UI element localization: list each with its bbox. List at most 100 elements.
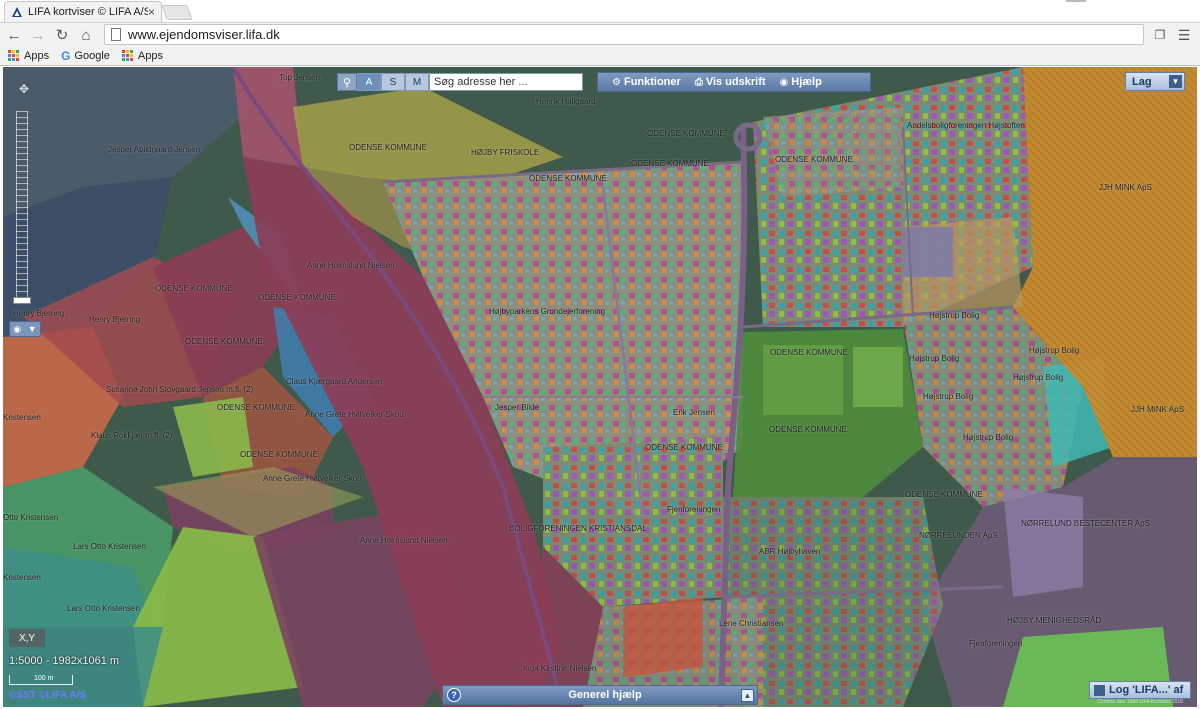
minimize-icon[interactable] [1066, 0, 1086, 2]
google-g-icon: G [61, 48, 71, 63]
map-viewport[interactable]: Top Jensen Jesper Abildgaard Jensen ODEN… [3, 67, 1197, 707]
bookmark-google[interactable]: G Google [61, 49, 110, 63]
map-label: Otto Kristensen [3, 513, 59, 522]
map-label: Susanne John Stovgaard Jensen m.fl. (2) [106, 385, 254, 394]
map-label: Erik Jensen [673, 408, 715, 417]
general-help-panel[interactable]: ? Generel hjælp ▲ [442, 685, 758, 705]
tools-icon: ⚙ [612, 76, 621, 88]
browser-toolbar: ← → ↻ ⌂ www.ejendomsviser.lifa.dk ❐ ☰ [0, 22, 1200, 46]
map-label: Kristensen [3, 413, 41, 422]
map-label: Anne Holmslund Nielsen [360, 536, 448, 545]
map-label: Højstrup Bolig [909, 354, 960, 363]
tab-close-icon[interactable]: × [148, 5, 155, 19]
map-label: Henrik Hallgaard [536, 97, 596, 106]
layers-button[interactable]: Lag ▼ [1125, 72, 1185, 91]
menu-hamburger-icon[interactable]: ☰ [1174, 25, 1194, 45]
map-label: JJH MINK ApS [1131, 405, 1184, 414]
page-icon [111, 28, 121, 41]
map-label: Jesper Abildgaard Jensen [108, 145, 201, 154]
show-print-menu-button[interactable]: ⎙ Vis udskrift [695, 76, 766, 88]
help-menu-button[interactable]: ◉ Hjælp [780, 76, 822, 88]
print-icon: ⎙ [694, 76, 703, 88]
help-lifebuoy-icon: ◉ [779, 76, 789, 88]
scale-readout: 1:5000 - 1982x1061 m [9, 655, 120, 667]
zoom-slider-handle[interactable] [13, 297, 31, 304]
xy-coordinate-button[interactable]: X,Y [9, 629, 45, 647]
menu-label: Vis udskrift [705, 76, 766, 88]
background-map-selector[interactable]: ◉ ▼ [9, 321, 41, 337]
logout-button[interactable]: Log 'LIFA...' af [1089, 681, 1191, 699]
map-label: Lars Otto Kristensen [73, 542, 146, 551]
map-label: ODENSE KOMMUNE [240, 450, 318, 459]
home-icon[interactable]: ⌂ [76, 25, 96, 45]
bookmark-label: Google [74, 49, 110, 62]
bookmark-label: Apps [24, 49, 50, 62]
map-label: Lars Otto Kristensen [67, 604, 140, 613]
map-label: Højstrup Bolig [1029, 346, 1080, 355]
map-label: HØJBY FRISKOLE [471, 148, 540, 157]
map-label: Andelsboligforeningen Højstoften [907, 121, 1025, 130]
address-bar[interactable]: www.ejendomsviser.lifa.dk [104, 24, 1144, 45]
map-label: ODENSE KOMMUNE [769, 425, 847, 434]
map-label: ODENSE KOMMUNE [155, 284, 233, 293]
map-label: ODENSE KOMMUNE [349, 143, 427, 152]
map-label: Inga Kirstine Nielsen [523, 664, 597, 673]
functions-menu-button[interactable]: ⚙ Funktioner [612, 76, 681, 88]
menu-label: Funktioner [623, 76, 681, 88]
map-label: Kristensen [3, 573, 41, 582]
map-label: Anne Grete Hvitveiker Skou [263, 474, 362, 483]
new-tab-button[interactable] [161, 5, 193, 20]
extension-icon[interactable]: ❐ [1150, 25, 1170, 45]
back-arrow-icon[interactable]: ← [4, 25, 24, 45]
browser-tab[interactable]: LIFA kortviser © LIFA A/S × [4, 1, 162, 22]
scale-bar: 100 m [9, 675, 73, 685]
map-label: Klaus Rokkjær m.fl. (2) [91, 431, 173, 440]
map-label: BOLIGFORENINGEN KRISTIANSDAL [509, 524, 647, 533]
reload-icon[interactable]: ↻ [52, 25, 72, 45]
bookmark-apps-2[interactable]: Apps [121, 49, 163, 62]
chevron-down-icon: ▼ [1169, 75, 1182, 88]
search-mode-a-button[interactable]: A [357, 73, 381, 91]
layers-label: Lag [1132, 75, 1152, 88]
menu-label: Hjælp [791, 76, 822, 88]
bookmark-label: Apps [137, 49, 163, 62]
map-label: Højbyparkens Grundejerforening [489, 307, 606, 316]
map-label: Lene Christiansen [719, 619, 784, 628]
magnifier-icon[interactable]: ⚲ [337, 73, 357, 91]
map-label: ODENSE KOMMUNE [217, 403, 295, 412]
map-label: NØRRELUND BESTECENTER ApS [1021, 519, 1150, 528]
map-label: ODENSE KOMMUNE [185, 337, 263, 346]
question-icon: ? [447, 688, 461, 702]
address-search-input[interactable] [429, 73, 583, 91]
logout-label: Log 'LIFA...' af [1109, 684, 1184, 696]
apps-grid-icon [8, 50, 19, 61]
map-label: ODENSE KOMMUNE [631, 159, 709, 168]
zoom-slider[interactable] [16, 111, 28, 301]
map-label: Højstrup Bolig [923, 392, 974, 401]
map-search-toolbar: ⚲ A S M [337, 71, 583, 93]
copyright-text: ©SST ©LIFA A/S [9, 690, 87, 701]
map-label: NØRRELUNDEN ApS [919, 531, 998, 540]
bookmark-apps[interactable]: Apps [8, 50, 49, 62]
map-label: Fjenforeningen [667, 505, 721, 514]
chevron-up-icon[interactable]: ▲ [741, 688, 754, 702]
map-label: Højstrup Bolig [929, 311, 980, 320]
map-label: Claus Kjærgaard Andersen [286, 377, 383, 386]
footer-small-text: Chrome ikke 1994 LIFA Kortviser 2016 [1097, 699, 1183, 705]
map-label: ODENSE KOMMUNE [770, 348, 848, 357]
apps-grid-icon [121, 50, 133, 61]
help-panel-label: Generel hjælp [568, 689, 642, 701]
logout-icon [1094, 684, 1105, 696]
forward-arrow-icon[interactable]: → [28, 25, 48, 45]
search-mode-s-button[interactable]: S [381, 73, 405, 91]
globe-icon: ◉ [13, 323, 22, 334]
lifa-logo-icon [12, 7, 22, 17]
map-label: ODENSE KOMMUNE [529, 174, 607, 183]
pan-control-icon[interactable]: ✥ [11, 76, 37, 102]
map-label: Henry Bjerring [89, 315, 141, 324]
map-label: ODENSE KOMMUNE [258, 293, 336, 302]
map-label: Henry Bjerring [13, 309, 65, 318]
browser-tabstrip: LIFA kortviser © LIFA A/S × [0, 0, 1200, 22]
map-menu-bar: ⚙ Funktioner ⎙ Vis udskrift ◉ Hjælp [597, 72, 871, 92]
search-mode-m-button[interactable]: M [405, 73, 429, 91]
